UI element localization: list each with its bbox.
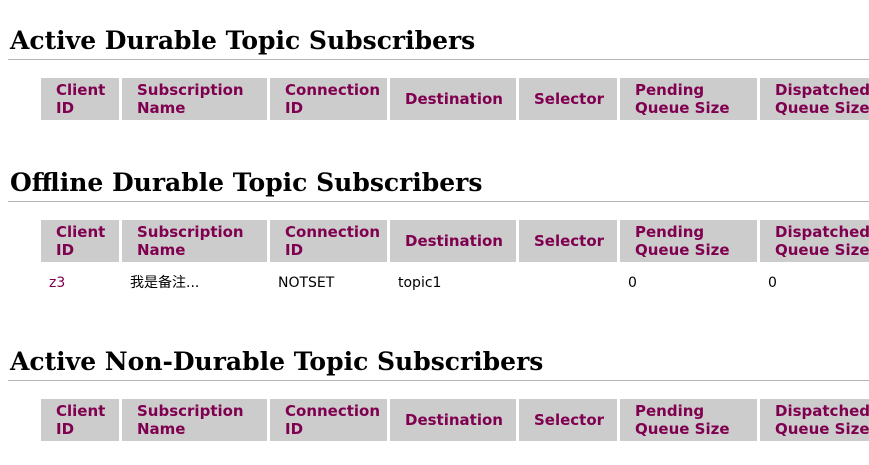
connection-id-cell: NOTSET: [278, 275, 335, 291]
subscription-name-cell: 我是备注...: [130, 275, 200, 291]
pending-queue-size-cell: 0: [628, 275, 637, 291]
col-header-pending-queue-size[interactable]: Pending Queue Size: [620, 78, 757, 120]
col-header-selector[interactable]: Selector: [519, 399, 617, 441]
col-header-subscription-name[interactable]: Subscription Name: [122, 399, 267, 441]
section-divider: [8, 201, 869, 202]
col-header-client-id[interactable]: Client ID: [41, 78, 119, 120]
col-header-dispatched-queue-size[interactable]: Dispatched Queue Size: [760, 220, 869, 262]
col-header-dispatched-queue-size[interactable]: Dispatched Queue Size: [760, 78, 869, 120]
col-header-connection-id[interactable]: Connection ID: [270, 399, 387, 441]
dispatched-queue-size-cell: 0: [768, 275, 777, 291]
col-header-selector[interactable]: Selector: [519, 220, 617, 262]
col-header-selector[interactable]: Selector: [519, 78, 617, 120]
section-divider: [8, 59, 869, 60]
section-title-offline-durable: Offline Durable Topic Subscribers: [10, 168, 483, 197]
col-header-client-id[interactable]: Client ID: [41, 399, 119, 441]
col-header-subscription-name[interactable]: Subscription Name: [122, 220, 267, 262]
section-divider: [8, 380, 869, 381]
col-header-connection-id[interactable]: Connection ID: [270, 78, 387, 120]
section-title-active-durable: Active Durable Topic Subscribers: [10, 26, 476, 55]
client-id-link[interactable]: z3: [49, 273, 65, 293]
col-header-connection-id[interactable]: Connection ID: [270, 220, 387, 262]
col-header-destination[interactable]: Destination: [390, 78, 516, 120]
col-header-destination[interactable]: Destination: [390, 399, 516, 441]
col-header-pending-queue-size[interactable]: Pending Queue Size: [620, 220, 757, 262]
col-header-client-id[interactable]: Client ID: [41, 220, 119, 262]
col-header-pending-queue-size[interactable]: Pending Queue Size: [620, 399, 757, 441]
col-header-destination[interactable]: Destination: [390, 220, 516, 262]
section-title-active-non-durable: Active Non-Durable Topic Subscribers: [10, 347, 544, 376]
col-header-subscription-name[interactable]: Subscription Name: [122, 78, 267, 120]
destination-cell: topic1: [398, 275, 442, 291]
col-header-dispatched-queue-size[interactable]: Dispatched Queue Size: [760, 399, 869, 441]
